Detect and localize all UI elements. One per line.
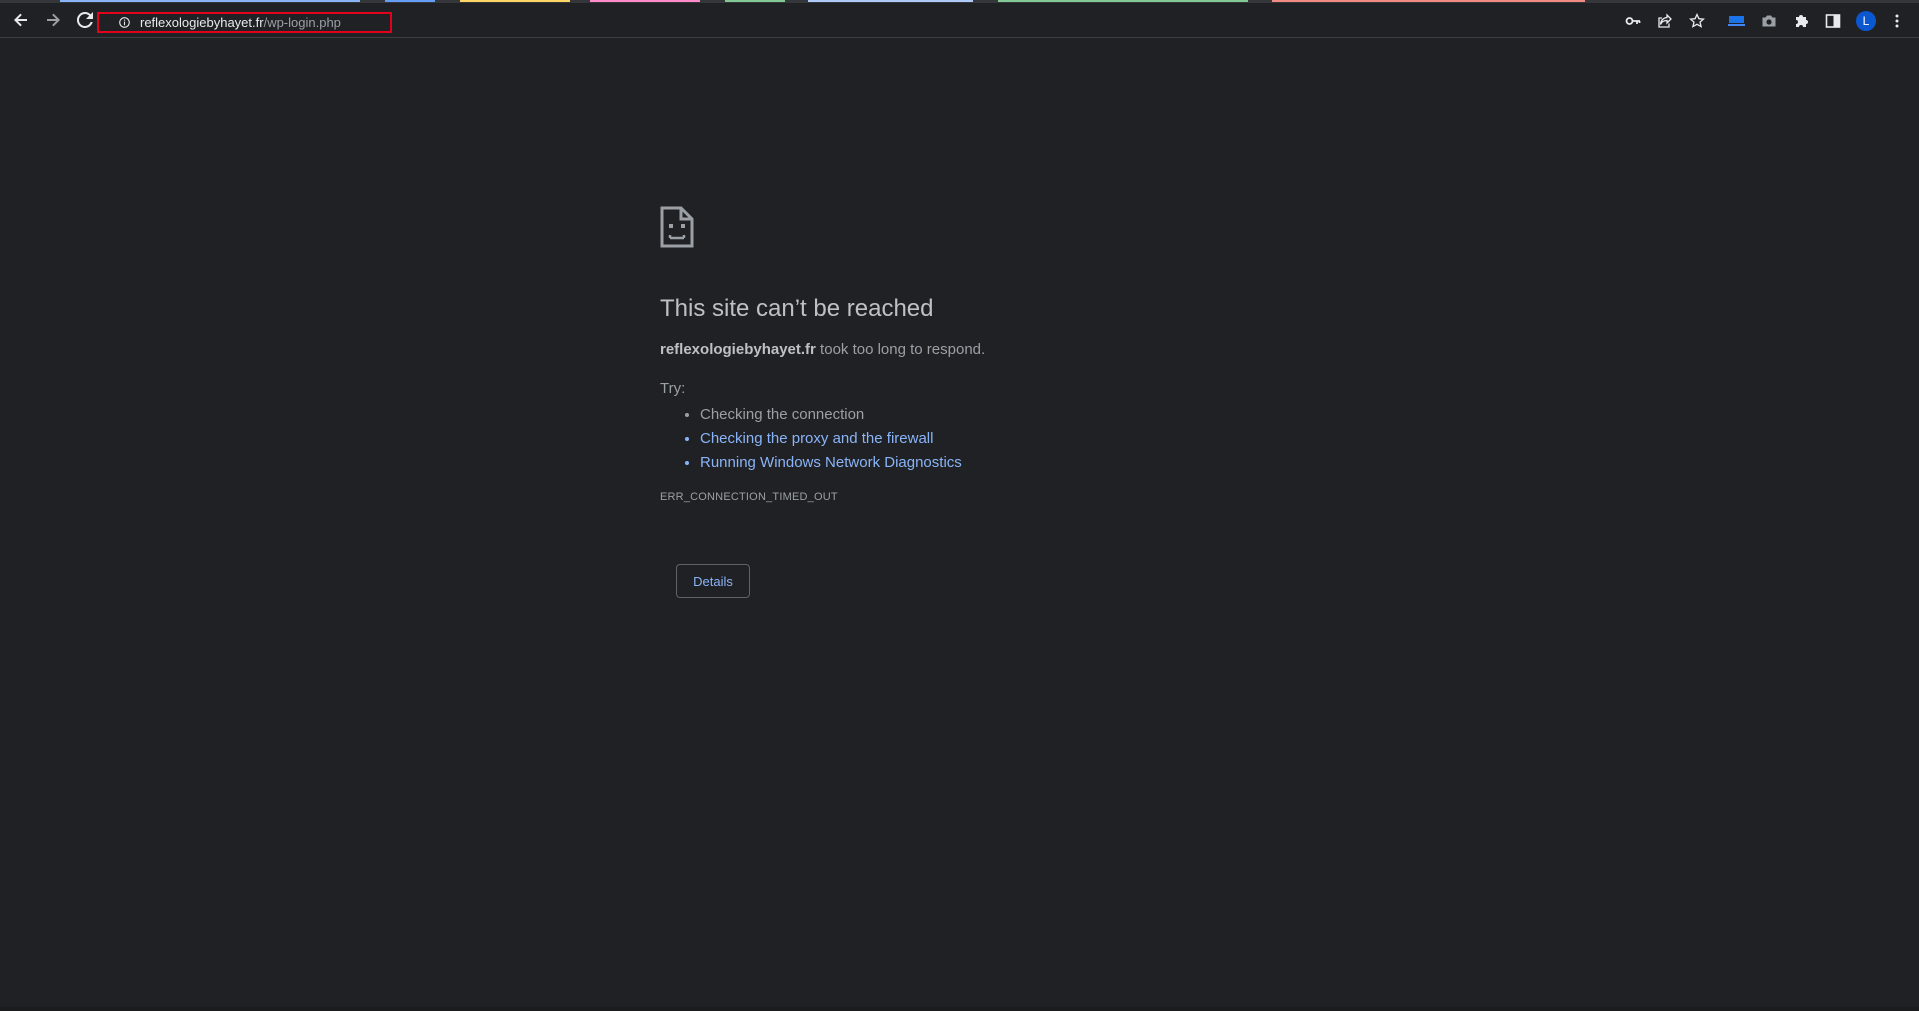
key-icon[interactable] bbox=[1624, 12, 1642, 30]
back-button[interactable] bbox=[10, 9, 32, 31]
share-icon[interactable] bbox=[1656, 12, 1674, 30]
url-host: reflexologiebyhayet.fr bbox=[140, 15, 264, 30]
forward-icon bbox=[47, 13, 60, 27]
forward-button[interactable] bbox=[42, 9, 64, 31]
address-bar[interactable]: reflexologiebyhayet.fr/wp-login.php bbox=[97, 12, 392, 33]
error-page: This site can’t be reached reflexologieb… bbox=[660, 206, 1260, 598]
reload-icon bbox=[77, 12, 93, 28]
details-button[interactable]: Details bbox=[676, 564, 750, 598]
extension-icon[interactable] bbox=[1728, 12, 1746, 30]
avatar[interactable]: L bbox=[1856, 11, 1876, 31]
camera-icon[interactable] bbox=[1760, 12, 1778, 30]
address-url: reflexologiebyhayet.fr/wp-login.php bbox=[140, 14, 341, 31]
side-panel-icon[interactable] bbox=[1824, 12, 1842, 30]
bottom-edge bbox=[0, 1007, 1919, 1011]
error-host: reflexologiebyhayet.fr bbox=[660, 341, 816, 358]
back-icon bbox=[14, 13, 27, 27]
suggestion-proxy-firewall-link[interactable]: Checking the proxy and the firewall bbox=[700, 427, 1260, 451]
suggestion-network-diagnostics-link[interactable]: Running Windows Network Diagnostics bbox=[700, 451, 1260, 475]
info-icon[interactable] bbox=[119, 17, 130, 28]
url-path: /wp-login.php bbox=[263, 15, 341, 30]
error-summary: reflexologiebyhayet.fr took too long to … bbox=[660, 340, 1260, 360]
error-heading: This site can’t be reached bbox=[660, 295, 934, 322]
avatar-letter: L bbox=[1862, 14, 1870, 28]
reload-button[interactable] bbox=[74, 9, 96, 31]
try-label: Try: bbox=[660, 380, 686, 397]
puzzle-icon[interactable] bbox=[1792, 12, 1810, 30]
browser-toolbar: reflexologiebyhayet.fr/wp-login.php L bbox=[0, 3, 1919, 38]
star-icon[interactable] bbox=[1688, 12, 1706, 30]
menu-icon[interactable] bbox=[1888, 12, 1906, 30]
suggestion-check-connection: Checking the connection bbox=[700, 403, 1260, 427]
error-code: ERR_CONNECTION_TIMED_OUT bbox=[660, 491, 838, 503]
suggestion-list: Checking the connection Checking the pro… bbox=[660, 403, 1260, 475]
error-summary-text: took too long to respond. bbox=[815, 341, 986, 358]
sad-document-icon bbox=[660, 206, 694, 248]
